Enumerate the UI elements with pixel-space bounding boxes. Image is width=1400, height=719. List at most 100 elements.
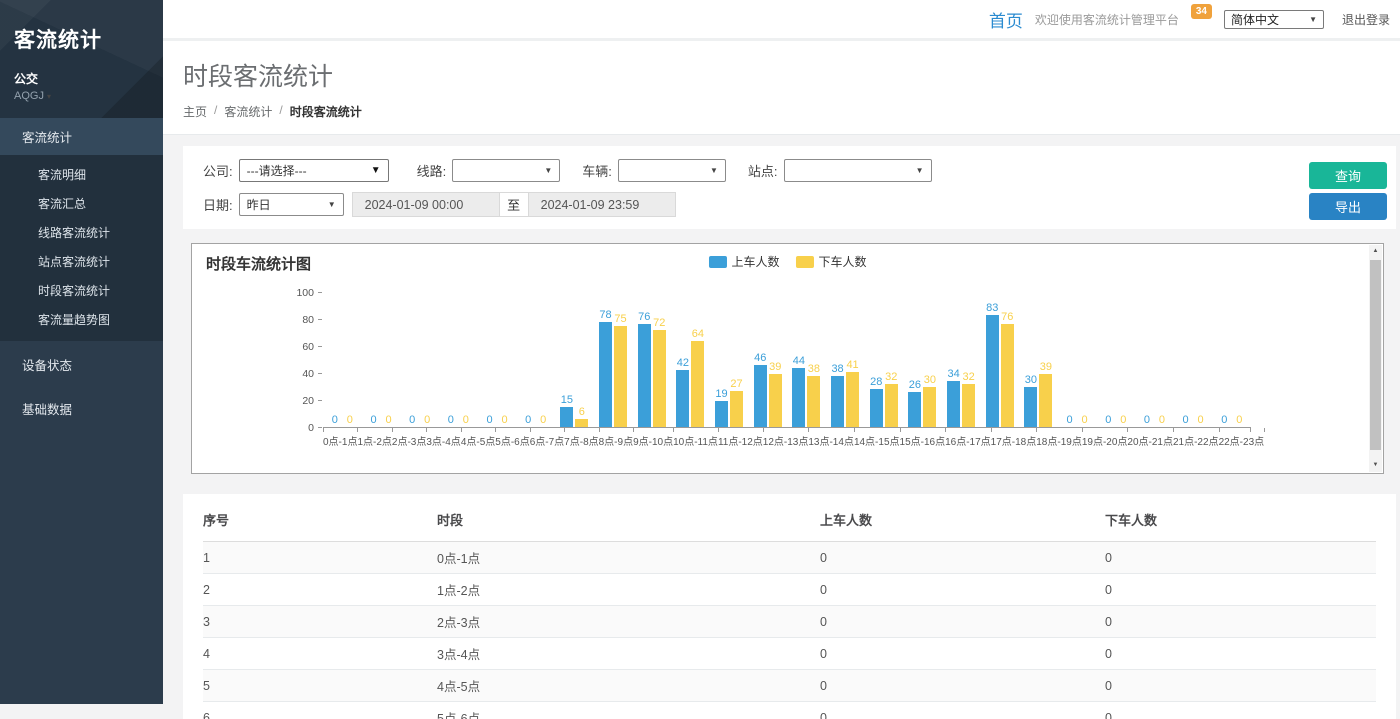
chart-category-group: 3432 — [942, 293, 981, 427]
bar-group: 72 — [653, 317, 666, 427]
x-axis-tick — [763, 428, 764, 432]
table-row: 32点-3点00 — [203, 606, 1376, 638]
sidebar-item-base-data[interactable]: 基础数据 — [0, 388, 163, 429]
bar — [885, 384, 898, 427]
sidebar-subitem[interactable]: 客流汇总 — [0, 189, 163, 218]
x-axis-label: 1点-2点 — [357, 433, 391, 448]
x-axis-cell: 18点-19点 — [1036, 430, 1082, 446]
x-axis-tick — [599, 428, 600, 432]
table-cell: 0点-1点 — [437, 542, 820, 574]
bar-group: 32 — [962, 371, 975, 427]
x-axis-tick — [1127, 428, 1128, 432]
chart-category-group: 00 — [439, 293, 478, 427]
x-axis-label: 3点-4点 — [426, 433, 460, 448]
language-select[interactable]: 简体中文▼ — [1224, 10, 1324, 29]
bar-group: 6 — [575, 406, 588, 427]
app-logo: 客流统计 公交 AQGJ ▾ — [0, 0, 163, 118]
x-axis-tick — [564, 428, 565, 432]
bar-value-label: 15 — [561, 394, 573, 407]
table-panel: 序号时段上车人数下车人数 10点-1点0021点-2点0032点-3点0043点… — [183, 494, 1396, 719]
bar-value-label: 46 — [754, 352, 766, 365]
chart-legend: 上车人数下车人数 — [708, 253, 866, 270]
breadcrumb-item[interactable]: 时段客流统计 — [290, 103, 362, 120]
table-row: 21点-2点00 — [203, 574, 1376, 606]
breadcrumb-item[interactable]: 客流统计 — [224, 103, 272, 120]
bar-group: 75 — [614, 313, 627, 427]
scroll-down-icon[interactable]: ▼ — [1369, 459, 1382, 472]
sidebar-subitem[interactable]: 站点客流统计 — [0, 247, 163, 276]
table-header-cell: 时段 — [437, 500, 820, 542]
x-axis-tick — [1264, 428, 1265, 432]
bar-value-label: 38 — [831, 363, 843, 376]
table-header-cell: 序号 — [203, 500, 437, 542]
x-axis-cell: 9点-10点 — [633, 430, 673, 446]
station-select[interactable]: ▼ — [784, 159, 932, 182]
search-button[interactable]: 查询 — [1309, 162, 1387, 189]
bar-group: 44 — [792, 355, 805, 427]
y-axis-label: 40 — [302, 368, 314, 380]
bar — [908, 392, 921, 427]
logout-link[interactable]: 退出登录 — [1342, 11, 1390, 28]
x-axis-label: 13点-14点 — [808, 433, 854, 448]
chart-scrollbar[interactable]: ▲ ▼ — [1369, 245, 1382, 472]
bar-value-label: 34 — [947, 368, 959, 381]
table-header-cell: 上车人数 — [820, 500, 1105, 542]
x-axis-tick — [900, 428, 901, 432]
bar-group: 0 — [1140, 414, 1153, 427]
stats-table: 序号时段上车人数下车人数 10点-1点0021点-2点0032点-3点0043点… — [203, 500, 1376, 719]
export-button[interactable]: 导出 — [1309, 193, 1387, 220]
date-start-input[interactable]: 2024-01-09 00:00 — [352, 192, 500, 217]
x-axis-label: 6点-7点 — [530, 433, 564, 448]
x-axis-tick — [1082, 428, 1083, 432]
x-axis-cell: 8点-9点 — [599, 430, 633, 446]
table-cell: 0 — [820, 574, 1105, 606]
sidebar-subitem[interactable]: 线路客流统计 — [0, 218, 163, 247]
x-axis-tick — [461, 428, 462, 432]
x-axis-tick — [1219, 428, 1220, 432]
date-preset-select[interactable]: 昨日▼ — [239, 193, 344, 216]
bar-value-label: 26 — [909, 379, 921, 392]
bar-value-label: 39 — [769, 361, 781, 374]
bar — [870, 389, 883, 427]
topbar: 首页 欢迎使用客流统计管理平台 34 简体中文▼ 退出登录 — [163, 0, 1400, 41]
sidebar-item-device-status[interactable]: 设备状态 — [0, 344, 163, 385]
legend-item[interactable]: 上车人数 — [708, 253, 779, 270]
bar — [792, 368, 805, 427]
home-link[interactable]: 首页 — [989, 7, 1023, 32]
vehicle-select[interactable]: ▼ — [618, 159, 726, 182]
scroll-up-icon[interactable]: ▲ — [1369, 245, 1382, 258]
table-cell: 0 — [1105, 542, 1376, 574]
scroll-thumb[interactable] — [1370, 260, 1381, 450]
sidebar-subitem[interactable]: 客流明细 — [0, 160, 163, 189]
bar-value-label: 0 — [501, 414, 507, 427]
company-select[interactable]: ---请选择---▼ — [239, 159, 389, 182]
table-row: 65点-6点00 — [203, 702, 1376, 719]
bar-value-label: 0 — [540, 414, 546, 427]
x-axis-tick — [323, 428, 324, 432]
sidebar-subitem[interactable]: 时段客流统计 — [0, 276, 163, 305]
legend-item[interactable]: 下车人数 — [796, 253, 867, 270]
y-axis-tick — [318, 292, 322, 293]
chart-category-group: 4438 — [787, 293, 826, 427]
org-selector[interactable]: AQGJ ▾ — [14, 90, 149, 102]
chevron-down-icon: ▾ — [47, 92, 51, 101]
x-axis-cell: 15点-16点 — [900, 430, 946, 446]
bar-group: 83 — [986, 302, 999, 427]
breadcrumb-item[interactable]: 主页 — [183, 103, 207, 120]
sidebar-item-passenger-stats[interactable]: 客流统计 — [0, 118, 163, 155]
bar — [653, 330, 666, 427]
table-cell: 0 — [820, 606, 1105, 638]
table-cell: 1点-2点 — [437, 574, 820, 606]
date-end-input[interactable]: 2024-01-09 23:59 — [528, 192, 676, 217]
bar — [1039, 374, 1052, 427]
x-axis-cell: 22点-23点 — [1219, 430, 1265, 446]
sidebar-subitem[interactable]: 客流量趋势图 — [0, 305, 163, 334]
bar-group: 0 — [1155, 414, 1168, 427]
y-axis-label: 60 — [302, 341, 314, 353]
table-cell: 2 — [203, 574, 437, 606]
line-select[interactable]: ▼ — [452, 159, 560, 182]
bar-value-label: 0 — [1159, 414, 1165, 427]
chart-category-group: 00 — [1174, 293, 1213, 427]
bar-value-label: 0 — [1236, 414, 1242, 427]
bar-value-label: 78 — [599, 309, 611, 322]
